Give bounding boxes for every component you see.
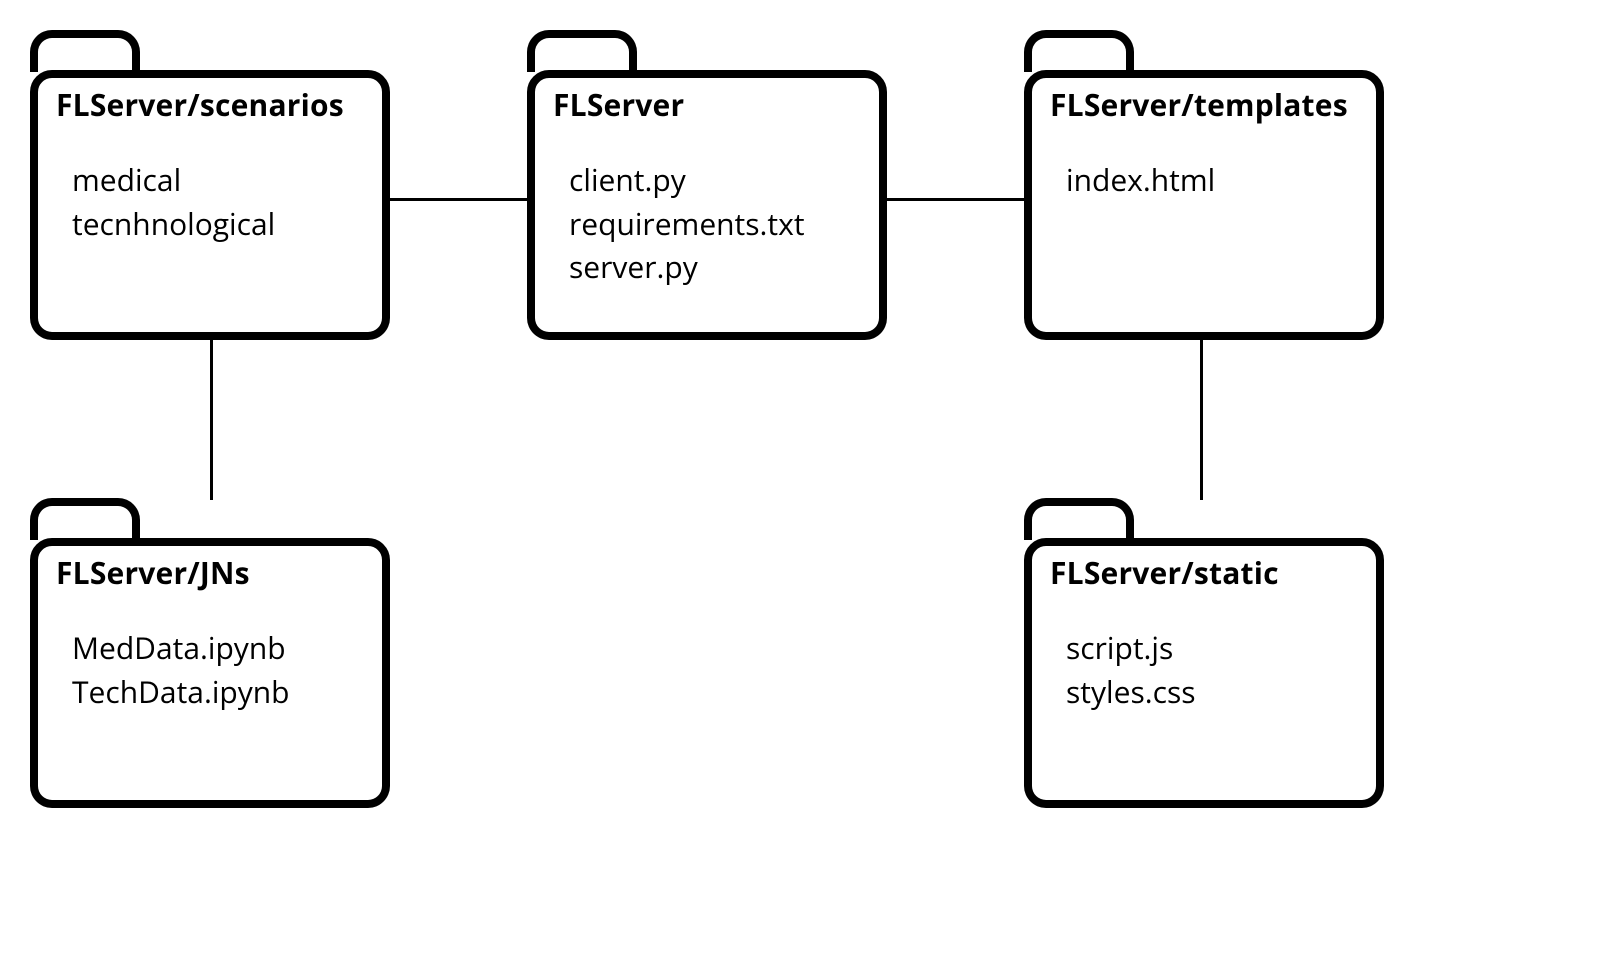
- folder-item: server.py: [569, 245, 853, 289]
- folder-title: FLServer/static: [1024, 538, 1384, 606]
- folder-tab-icon: [1024, 30, 1134, 72]
- folder-item: tecnhnological: [72, 202, 356, 246]
- folder-item: TechData.ipynb: [72, 670, 356, 714]
- folder-body: index.html: [1024, 130, 1384, 340]
- folder-tab-icon: [30, 498, 140, 540]
- folder-item: client.py: [569, 158, 853, 202]
- folder-body: script.js styles.css: [1024, 598, 1384, 808]
- folder-tab-icon: [1024, 498, 1134, 540]
- folder-item: index.html: [1066, 158, 1350, 202]
- folder-jns: FLServer/JNs MedData.ipynb TechData.ipyn…: [30, 498, 390, 808]
- folder-title: FLServer: [527, 70, 887, 138]
- folder-title: FLServer/templates: [1024, 70, 1384, 138]
- folder-templates: FLServer/templates index.html: [1024, 30, 1384, 340]
- edge-scenarios-flserver: [390, 198, 530, 201]
- folder-body: MedData.ipynb TechData.ipynb: [30, 598, 390, 808]
- folder-title: FLServer/scenarios: [30, 70, 390, 138]
- folder-body: medical tecnhnological: [30, 130, 390, 340]
- folder-item: requirements.txt: [569, 202, 853, 246]
- folder-body: client.py requirements.txt server.py: [527, 130, 887, 340]
- folder-static: FLServer/static script.js styles.css: [1024, 498, 1384, 808]
- edge-scenarios-jns: [210, 339, 213, 500]
- folder-scenarios: FLServer/scenarios medical tecnhnologica…: [30, 30, 390, 340]
- folder-item: MedData.ipynb: [72, 626, 356, 670]
- folder-tab-icon: [527, 30, 637, 72]
- edge-templates-static: [1200, 339, 1203, 500]
- folder-flserver: FLServer client.py requirements.txt serv…: [527, 30, 887, 340]
- folder-item: script.js: [1066, 626, 1350, 670]
- folder-item: medical: [72, 158, 356, 202]
- edge-flserver-templates: [887, 198, 1027, 201]
- folder-tab-icon: [30, 30, 140, 72]
- folder-title: FLServer/JNs: [30, 538, 390, 606]
- folder-item: styles.css: [1066, 670, 1350, 714]
- diagram-canvas: FLServer/scenarios medical tecnhnologica…: [0, 0, 1613, 968]
